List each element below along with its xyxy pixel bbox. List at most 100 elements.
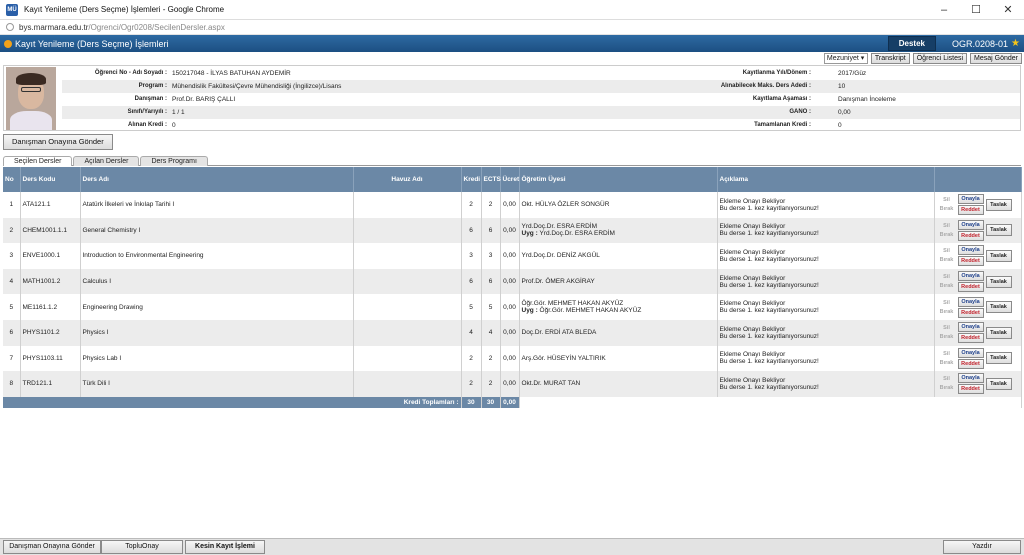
row-ders-adi: Physics Lab I [80, 345, 354, 372]
col-ects[interactable]: ECTS [481, 167, 501, 192]
reddet-button[interactable]: Reddet [957, 282, 984, 293]
reddet-button[interactable]: Reddet [957, 205, 984, 216]
table-row[interactable]: 8 TRD121.1 Türk Dili I 2 2 0,00 Okt.Dr. … [3, 371, 1022, 397]
tab-secilen-dersler[interactable]: Seçilen Dersler [3, 156, 73, 166]
danisman-onayina-gonder-button[interactable]: Danışman Onayına Gönder [3, 134, 113, 150]
birak-button[interactable]: Bırak [940, 334, 954, 340]
row-actions: Sil Bırak Onayla Reddet Taslak [934, 192, 1022, 218]
gano-label: GANO : [789, 109, 811, 115]
col-aciklama[interactable]: Açıklama [717, 167, 935, 192]
row-ects: 2 [481, 371, 501, 397]
taslak-button[interactable]: Taslak [985, 275, 1012, 288]
sil-button[interactable]: Sil [943, 274, 950, 280]
reddet-button[interactable]: Reddet [957, 256, 984, 267]
row-actions: Sil Bırak Onayla Reddet Taslak [934, 268, 1022, 295]
reddet-button[interactable]: Reddet [957, 358, 984, 369]
birak-button[interactable]: Bırak [940, 257, 954, 263]
onayla-button[interactable]: Onayla [957, 373, 984, 384]
mezuniyet-select-value: Mezuniyet [826, 55, 859, 62]
taslak-button[interactable]: Taslak [985, 198, 1012, 211]
taslak-button[interactable]: Taslak [985, 326, 1012, 339]
table-row[interactable]: 7 PHYS1103.11 Physics Lab I 2 2 0,00 Arş… [3, 345, 1022, 372]
top-button-bar: Mezuniyet ▾ Transkript Öğrenci Listesi M… [823, 53, 1022, 64]
birak-button[interactable]: Bırak [940, 309, 954, 315]
col-kredi[interactable]: Kredi [461, 167, 482, 192]
onayla-button[interactable]: Onayla [957, 347, 984, 358]
yazdir-button[interactable]: Yazdır [943, 540, 1021, 554]
danisman-label: Danışman : [134, 96, 167, 102]
col-no[interactable]: No [3, 167, 21, 192]
url-text[interactable]: bys.marmara.edu.tr/Ogrenci/Ogr0208/Secil… [19, 23, 225, 32]
kesin-kayit-islemi-button[interactable]: Kesin Kayıt İşlemi [185, 540, 265, 554]
table-row[interactable]: 2 CHEM1001.1.1 General Chemistry I 6 6 0… [3, 217, 1022, 244]
info-icon[interactable] [6, 23, 14, 31]
kayitlanma-value: 2017/Güz [838, 70, 867, 77]
alinan-kredi-label: Alınan Kredi : [127, 122, 167, 128]
taslak-button[interactable]: Taslak [985, 224, 1012, 237]
onayla-button[interactable]: Onayla [957, 296, 984, 307]
app-header: Kayıt Yenileme (Ders Seçme) İşlemleri De… [0, 35, 1024, 52]
transkript-button[interactable]: Transkript [870, 53, 910, 64]
table-row[interactable]: 4 MATH1001.2 Calculus I 6 6 0,00 Prof.Dr… [3, 268, 1022, 295]
sil-button[interactable]: Sil [943, 223, 950, 229]
reddet-button[interactable]: Reddet [957, 307, 984, 318]
birak-button[interactable]: Bırak [940, 206, 954, 212]
table-row[interactable]: 1 ATA121.1 Atatürk İlkeleri ve İnkılap T… [3, 192, 1022, 218]
row-actions: Sil Bırak Onayla Reddet Taslak [934, 217, 1022, 244]
onayla-button[interactable]: Onayla [957, 271, 984, 282]
mezuniyet-select[interactable]: Mezuniyet ▾ [823, 53, 868, 64]
aciklama-note: Bu derse 1. kez kayıtlanıyorsunuz! [719, 281, 819, 289]
info-row-3: Danışman : Prof.Dr. BARIŞ ÇALLI Kayıtlam… [62, 93, 1020, 106]
birak-button[interactable]: Bırak [940, 283, 954, 289]
minimize-icon[interactable]: – [928, 0, 960, 20]
birak-button[interactable]: Bırak [940, 385, 954, 391]
row-kredi: 6 [461, 268, 482, 295]
taslak-button[interactable]: Taslak [985, 377, 1012, 390]
mesaj-gonder-button[interactable]: Mesaj Gönder [970, 53, 1022, 64]
birak-button[interactable]: Bırak [940, 232, 954, 238]
taslak-button[interactable]: Taslak [985, 249, 1012, 262]
maximize-icon[interactable]: ☐ [960, 0, 992, 20]
aciklama-note: Bu derse 1. kez kayıtlanıyorsunuz! [719, 332, 819, 340]
sil-button[interactable]: Sil [943, 248, 950, 254]
row-ders-adi: Engineering Drawing [80, 294, 354, 320]
row-ucret: 0,00 [500, 294, 520, 320]
onayla-button[interactable]: Onayla [957, 322, 984, 333]
sil-button[interactable]: Sil [943, 351, 950, 357]
taslak-button[interactable]: Taslak [985, 301, 1012, 314]
reddet-button[interactable]: Reddet [957, 230, 984, 241]
bottom-danisman-onayina-gonder-button[interactable]: Danışman Onayına Gönder [3, 540, 101, 554]
row-no: 3 [3, 243, 21, 269]
birak-button[interactable]: Bırak [940, 360, 954, 366]
close-icon[interactable]: ✕ [992, 0, 1024, 20]
sil-button[interactable]: Sil [943, 376, 950, 382]
onayla-button[interactable]: Onayla [957, 219, 984, 230]
table-row[interactable]: 3 ENVE1000.1 Introduction to Environment… [3, 243, 1022, 269]
sinif-value: 1 / 1 [172, 109, 185, 116]
onayla-button[interactable]: Onayla [957, 194, 984, 205]
col-ogretim-uyesi[interactable]: Öğretim Üyesi [519, 167, 718, 192]
tab-ders-programi[interactable]: Ders Programı [140, 156, 208, 166]
sil-button[interactable]: Sil [943, 197, 950, 203]
address-bar[interactable]: bys.marmara.edu.tr/Ogrenci/Ogr0208/Secil… [0, 20, 1024, 35]
row-ucret: 0,00 [500, 268, 520, 295]
col-havuz-adi[interactable]: Havuz Adı [353, 167, 462, 192]
table-row[interactable]: 5 ME1161.1.2 Engineering Drawing 5 5 0,0… [3, 294, 1022, 320]
destek-button[interactable]: Destek [887, 36, 936, 51]
sil-button[interactable]: Sil [943, 325, 950, 331]
toplu-onay-button[interactable]: TopluOnay [101, 540, 183, 554]
onayla-button[interactable]: Onayla [957, 245, 984, 256]
col-ders-adi[interactable]: Ders Adı [80, 167, 354, 192]
col-ucret[interactable]: Ücret [500, 167, 520, 192]
col-ders-kodu[interactable]: Ders Kodu [20, 167, 81, 192]
reddet-button[interactable]: Reddet [957, 333, 984, 344]
sil-button[interactable]: Sil [943, 300, 950, 306]
reddet-button[interactable]: Reddet [957, 384, 984, 395]
row-havuz-adi [353, 268, 462, 295]
row-ects: 2 [481, 192, 501, 218]
taslak-button[interactable]: Taslak [985, 352, 1012, 365]
tab-acilan-dersler[interactable]: Açılan Dersler [73, 156, 140, 166]
table-row[interactable]: 6 PHYS1101.2 Physics I 4 4 0,00 Doç.Dr. … [3, 319, 1022, 346]
favorite-star-icon[interactable]: ★ [1011, 38, 1020, 49]
ogrenci-listesi-button[interactable]: Öğrenci Listesi [912, 53, 968, 64]
